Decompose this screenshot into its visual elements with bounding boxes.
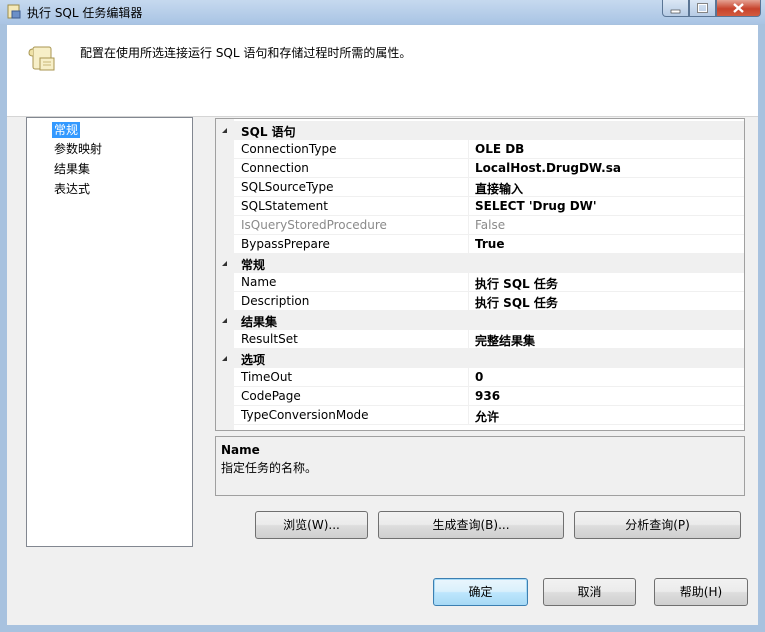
maximize-icon xyxy=(697,3,708,13)
property-row[interactable]: ConnectionType OLE DB xyxy=(216,140,744,159)
maximize-button[interactable] xyxy=(689,0,716,17)
property-value: False xyxy=(475,218,506,232)
category-label: 结果集 xyxy=(241,315,278,329)
property-row[interactable]: SQLStatement SELECT 'Drug DW' xyxy=(216,197,744,216)
property-value[interactable]: 936 xyxy=(475,389,500,403)
category-label: SQL 语句 xyxy=(241,125,296,139)
property-name: ResultSet xyxy=(241,332,298,346)
dialog-body: 配置在使用所选连接运行 SQL 语句和存储过程时所需的属性。 常规 参数映射 结… xyxy=(7,25,758,625)
property-value[interactable]: OLE DB xyxy=(475,142,524,156)
title-bar[interactable]: 执行 SQL 任务编辑器 xyxy=(0,0,765,24)
browse-button[interactable]: 浏览(W)... xyxy=(255,511,368,539)
help-button[interactable]: 帮助(H) xyxy=(654,578,748,606)
property-row[interactable]: CodePage 936 xyxy=(216,387,744,406)
close-button[interactable] xyxy=(716,0,761,17)
category-label: 选项 xyxy=(241,353,266,367)
property-value[interactable]: 执行 SQL 任务 xyxy=(475,294,558,311)
property-name: SQLStatement xyxy=(241,199,328,213)
property-value[interactable]: SELECT 'Drug DW' xyxy=(475,199,597,213)
property-name: SQLSourceType xyxy=(241,180,334,194)
description-title: Name xyxy=(221,443,260,457)
property-name: ConnectionType xyxy=(241,142,337,156)
property-row[interactable]: BypassPrepare True xyxy=(216,235,744,254)
minimize-button[interactable] xyxy=(662,0,689,17)
collapse-arrow-icon[interactable] xyxy=(221,260,228,267)
property-value[interactable]: 直接输入 xyxy=(475,180,523,197)
property-row[interactable]: ResultSet 完整结果集 xyxy=(216,330,744,349)
nav-item-general[interactable]: 常规 xyxy=(52,122,81,138)
header-description: 配置在使用所选连接运行 SQL 语句和存储过程时所需的属性。 xyxy=(80,46,412,60)
category-options[interactable]: 选项 xyxy=(216,349,744,368)
category-sql-statement[interactable]: SQL 语句 xyxy=(216,121,744,140)
property-grid[interactable]: SQL 语句 ConnectionType OLE DB Connection Lo… xyxy=(215,118,745,431)
category-general[interactable]: 常规 xyxy=(216,254,744,273)
category-label: 常规 xyxy=(241,258,266,272)
property-value[interactable]: LocalHost.DrugDW.sa xyxy=(475,161,621,175)
description-text: 指定任务的名称。 xyxy=(221,461,318,475)
parse-query-button[interactable]: 分析查询(P) xyxy=(574,511,741,539)
page-list[interactable]: 常规 参数映射 结果集 表达式 xyxy=(26,117,193,547)
property-name: Description xyxy=(241,294,310,308)
property-value[interactable]: 允许 xyxy=(475,408,499,425)
property-name: TypeConversionMode xyxy=(241,408,369,422)
property-value[interactable]: True xyxy=(475,237,504,251)
property-row[interactable]: IsQueryStoredProcedure False xyxy=(216,216,744,235)
task-icon xyxy=(7,4,21,19)
dialog-window: 执行 SQL 任务编辑器 配置在使用所选连接运行 SQL 语句和存储过程时所需的… xyxy=(0,0,765,632)
property-row[interactable]: Connection LocalHost.DrugDW.sa xyxy=(216,159,744,178)
nav-item-parameter-mapping[interactable]: 参数映射 xyxy=(52,141,104,157)
cancel-button[interactable]: 取消 xyxy=(543,578,636,606)
build-query-button[interactable]: 生成查询(B)... xyxy=(378,511,564,539)
property-row[interactable]: SQLSourceType 直接输入 xyxy=(216,178,744,197)
property-name: TimeOut xyxy=(241,370,293,384)
collapse-arrow-icon[interactable] xyxy=(221,355,228,362)
property-name: BypassPrepare xyxy=(241,237,330,251)
property-value[interactable]: 执行 SQL 任务 xyxy=(475,275,558,292)
minimize-icon xyxy=(670,9,681,14)
window-title: 执行 SQL 任务编辑器 xyxy=(27,6,143,20)
property-name: CodePage xyxy=(241,389,301,403)
property-value[interactable]: 0 xyxy=(475,370,483,384)
property-name: Name xyxy=(241,275,277,289)
property-row[interactable]: TypeConversionMode 允许 xyxy=(216,406,744,425)
property-name: IsQueryStoredProcedure xyxy=(241,218,387,232)
property-description-panel: Name 指定任务的名称。 xyxy=(215,436,745,496)
property-name: Connection xyxy=(241,161,309,175)
ok-button[interactable]: 确定 xyxy=(433,578,528,606)
property-row[interactable]: Description 执行 SQL 任务 xyxy=(216,292,744,311)
collapse-arrow-icon[interactable] xyxy=(221,127,228,134)
scroll-icon xyxy=(28,46,55,71)
close-icon xyxy=(733,3,744,13)
header-panel: 配置在使用所选连接运行 SQL 语句和存储过程时所需的属性。 xyxy=(7,25,758,117)
category-result-set[interactable]: 结果集 xyxy=(216,311,744,330)
property-row[interactable]: TimeOut 0 xyxy=(216,368,744,387)
nav-item-expressions[interactable]: 表达式 xyxy=(52,181,92,197)
nav-item-result-set[interactable]: 结果集 xyxy=(52,161,92,177)
property-row[interactable]: Name 执行 SQL 任务 xyxy=(216,273,744,292)
collapse-arrow-icon[interactable] xyxy=(221,317,228,324)
property-value[interactable]: 完整结果集 xyxy=(475,332,535,349)
